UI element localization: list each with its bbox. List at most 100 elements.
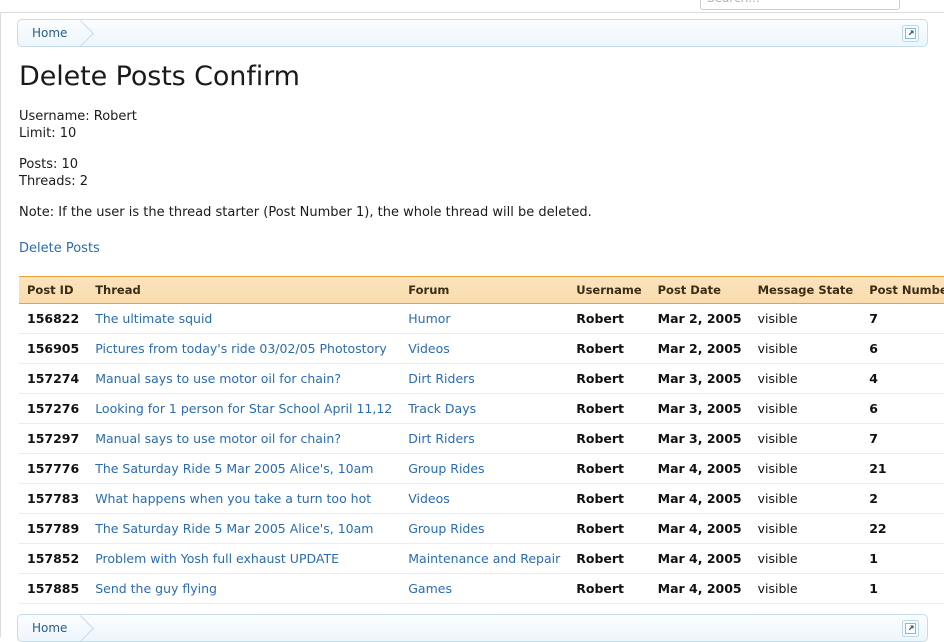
cell-message-state: visible <box>749 573 862 604</box>
cell-post-date: Mar 4, 2005 <box>649 483 750 514</box>
table-row: 157885 Send the guy flying Games Robert … <box>19 573 944 604</box>
open-in-new-window-icon[interactable] <box>902 619 919 637</box>
forum-link[interactable]: Games <box>408 581 452 596</box>
cell-username: Robert <box>568 303 650 334</box>
cell-post-date: Mar 3, 2005 <box>649 423 750 454</box>
open-in-new-window-icon[interactable] <box>902 24 919 42</box>
cell-post-number: 22 <box>861 513 944 544</box>
forum-link[interactable]: Group Rides <box>408 521 484 536</box>
thread-link[interactable]: Manual says to use motor oil for chain? <box>95 371 341 386</box>
navbar-tools-top <box>902 20 919 46</box>
cell-post-number: 2 <box>861 483 944 514</box>
table-row: 157852 Problem with Yosh full exhaust UP… <box>19 543 944 574</box>
cell-forum: Group Rides <box>400 513 569 544</box>
table-row: 157783 What happens when you take a turn… <box>19 483 944 514</box>
thread-link[interactable]: Send the guy flying <box>95 581 217 596</box>
delete-posts-link[interactable]: Delete Posts <box>19 241 100 256</box>
cell-post-number: 6 <box>861 393 944 424</box>
thread-link[interactable]: The Saturday Ride 5 Mar 2005 Alice's, 10… <box>95 521 373 536</box>
cell-username: Robert <box>568 363 650 394</box>
cell-forum: Group Rides <box>400 453 569 484</box>
cell-username: Robert <box>568 333 650 364</box>
cell-post-date: Mar 2, 2005 <box>649 303 750 334</box>
cell-post-date: Mar 4, 2005 <box>649 543 750 574</box>
cell-username: Robert <box>568 423 650 454</box>
cell-message-state: visible <box>749 303 862 334</box>
cell-forum: Dirt Riders <box>400 423 569 454</box>
breadcrumb-item-home[interactable]: Home <box>18 615 79 641</box>
breadcrumb-separator-icon <box>79 20 95 46</box>
cell-username: Robert <box>568 483 650 514</box>
column-header-thread[interactable]: Thread <box>87 276 401 304</box>
cell-post-number: 4 <box>861 363 944 394</box>
cell-post-id: 157783 <box>19 483 88 514</box>
column-header-forum[interactable]: Forum <box>400 276 569 304</box>
posts-table-body: 156822 The ultimate squid Humor Robert M… <box>19 303 944 604</box>
cell-post-date: Mar 3, 2005 <box>649 363 750 394</box>
cell-post-number: 21 <box>861 453 944 484</box>
thread-link[interactable]: The ultimate squid <box>95 311 212 326</box>
cell-forum: Videos <box>400 333 569 364</box>
cell-message-state: visible <box>749 333 862 364</box>
cell-username: Robert <box>568 393 650 424</box>
forum-link[interactable]: Track Days <box>408 401 476 416</box>
cell-thread: Send the guy flying <box>87 573 401 604</box>
cell-thread: Pictures from today's ride 03/02/05 Phot… <box>87 333 401 364</box>
thread-link[interactable]: Looking for 1 person for Star School Apr… <box>95 401 392 416</box>
table-row: 157274 Manual says to use motor oil for … <box>19 363 944 394</box>
table-row: 157297 Manual says to use motor oil for … <box>19 423 944 454</box>
forum-link[interactable]: Videos <box>408 491 450 506</box>
cell-post-date: Mar 4, 2005 <box>649 513 750 544</box>
thread-link[interactable]: Problem with Yosh full exhaust UPDATE <box>95 551 339 566</box>
user-info-block: Username: Robert Limit: 10 <box>19 108 928 142</box>
breadcrumb: Home <box>18 20 95 46</box>
cell-post-date: Mar 2, 2005 <box>649 333 750 364</box>
thread-link[interactable]: The Saturday Ride 5 Mar 2005 Alice's, 10… <box>95 461 373 476</box>
thread-link[interactable]: What happens when you take a turn too ho… <box>95 491 371 506</box>
cell-post-id: 157789 <box>19 513 88 544</box>
cell-message-state: visible <box>749 453 862 484</box>
cell-post-id: 156905 <box>19 333 88 364</box>
cell-post-number: 1 <box>861 543 944 574</box>
column-header-post-number[interactable]: Post Number <box>861 276 944 304</box>
cell-post-number: 7 <box>861 303 944 334</box>
cell-message-state: visible <box>749 543 862 574</box>
cell-username: Robert <box>568 573 650 604</box>
forum-link[interactable]: Humor <box>408 311 450 326</box>
breadcrumb-top: Home <box>17 19 928 47</box>
cell-post-number: 6 <box>861 333 944 364</box>
top-search-strip <box>0 0 944 12</box>
breadcrumb-item-home[interactable]: Home <box>18 20 79 46</box>
cell-message-state: visible <box>749 513 862 544</box>
posts-table-header-row: Post ID Thread Forum Username Post Date … <box>19 276 944 304</box>
cell-message-state: visible <box>749 393 862 424</box>
cell-thread: Manual says to use motor oil for chain? <box>87 423 401 454</box>
forum-link[interactable]: Videos <box>408 341 450 356</box>
main-content: Delete Posts Confirm Username: Robert Li… <box>1 61 944 604</box>
forum-link[interactable]: Dirt Riders <box>408 431 475 446</box>
forum-link[interactable]: Maintenance and Repair <box>408 551 560 566</box>
cell-post-number: 7 <box>861 423 944 454</box>
cell-thread: The ultimate squid <box>87 303 401 334</box>
cell-post-id: 157276 <box>19 393 88 424</box>
column-header-username[interactable]: Username <box>568 276 650 304</box>
cell-post-id: 157776 <box>19 453 88 484</box>
navbar-tools-bottom <box>902 615 919 641</box>
breadcrumb-separator-icon <box>79 615 95 641</box>
column-header-post-date[interactable]: Post Date <box>649 276 750 304</box>
thread-link[interactable]: Manual says to use motor oil for chain? <box>95 431 341 446</box>
cell-thread: Problem with Yosh full exhaust UPDATE <box>87 543 401 574</box>
column-header-message-state[interactable]: Message State <box>749 276 862 304</box>
forum-link[interactable]: Group Rides <box>408 461 484 476</box>
cell-post-id: 157274 <box>19 363 88 394</box>
posts-count-line: Posts: 10 <box>19 157 79 172</box>
forum-link[interactable]: Dirt Riders <box>408 371 475 386</box>
column-header-post-id[interactable]: Post ID <box>19 276 88 304</box>
cell-forum: Track Days <box>400 393 569 424</box>
cell-post-date: Mar 4, 2005 <box>649 453 750 484</box>
table-row: 157276 Looking for 1 person for Star Sch… <box>19 393 944 424</box>
cell-thread: Manual says to use motor oil for chain? <box>87 363 401 394</box>
thread-link[interactable]: Pictures from today's ride 03/02/05 Phot… <box>95 341 387 356</box>
search-input[interactable] <box>700 0 900 10</box>
username-line: Username: Robert <box>19 109 137 124</box>
